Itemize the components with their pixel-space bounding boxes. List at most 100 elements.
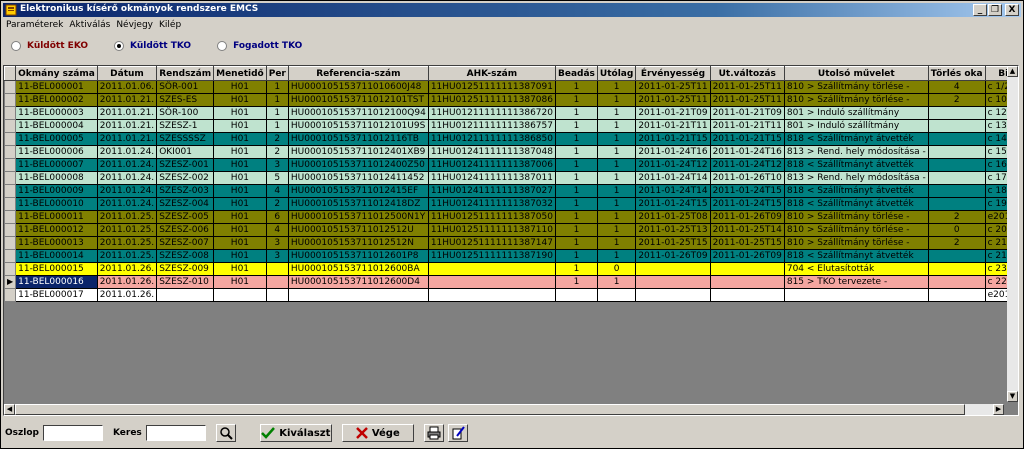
table-cell[interactable]: 2011-01-24T14 [635, 171, 711, 185]
table-cell[interactable]: 2011-01-25T11 [635, 80, 711, 94]
table-cell[interactable]: 11-BEL000011 [15, 210, 98, 224]
table-row[interactable]: 11-BEL0000172011.01.26.e2011/000003 [4, 288, 1018, 302]
radio-kuldott-eko[interactable]: Küldött EKO [11, 41, 88, 51]
column-header[interactable]: AHK-szám [427, 66, 556, 81]
search-button[interactable] [215, 424, 236, 442]
row-indicator[interactable] [4, 210, 17, 224]
table-cell[interactable]: 2011.01.25. [96, 210, 158, 224]
table-cell[interactable]: 2011-01-24T16 [635, 145, 711, 159]
table-cell[interactable]: 11-BEL000001 [15, 80, 98, 94]
row-indicator[interactable] [4, 262, 17, 276]
table-cell[interactable]: 11HU01251111111387050 [427, 210, 556, 224]
table-cell[interactable]: 1 [554, 210, 598, 224]
table-cell[interactable]: HU000105153711012400Z50 [287, 158, 429, 172]
table-cell[interactable]: 11-BEL000016 [15, 275, 98, 289]
table-cell[interactable] [783, 288, 929, 302]
vertical-scrollbar[interactable]: ▲ ▼ [1007, 66, 1018, 402]
table-cell[interactable]: SZESZ-007 [156, 236, 215, 250]
table-row[interactable]: 11-BEL000008 2011.01.24. SZESZ-002 H01 5 HU00… [4, 171, 1018, 185]
table-cell[interactable]: SZESZ-006 [156, 223, 215, 237]
table-cell[interactable]: 1 [554, 249, 598, 263]
table-cell[interactable]: 2011-01-21T11 [635, 119, 711, 133]
table-cell[interactable]: 1 [554, 93, 598, 107]
table-cell[interactable]: H01 [213, 106, 267, 120]
table-cell[interactable]: 4 [265, 184, 289, 198]
table-cell[interactable]: 1 [596, 275, 637, 289]
table-row[interactable]: 11-BEL000013 2011.01.25. SZESZ-007 H01 3 HU00… [4, 236, 1018, 250]
column-header[interactable]: Menetidő [213, 66, 267, 81]
scroll-down-arrow[interactable]: ▼ [1007, 391, 1018, 402]
table-cell[interactable]: 11HU01251111111387086 [427, 93, 556, 107]
table-cell[interactable]: 4 [927, 80, 986, 94]
table-cell[interactable]: 1 [596, 145, 637, 159]
table-cell[interactable]: 2 [265, 132, 289, 146]
table-cell[interactable]: 2011-01-25T15 [635, 236, 711, 250]
column-header[interactable]: Per [265, 66, 289, 81]
table-cell[interactable]: HU000105153711012101TST [287, 93, 429, 107]
table-cell[interactable]: 1 [596, 223, 637, 237]
horizontal-scrollbar[interactable]: ◀ ▶ [4, 404, 1004, 415]
row-indicator[interactable] [4, 119, 17, 133]
table-cell[interactable]: H01 [213, 210, 267, 224]
table-cell[interactable]: 2011-01-24T12 [635, 158, 711, 172]
table-cell[interactable]: 2011-01-25T14 [709, 223, 785, 237]
table-cell[interactable]: 11HU01241111111387048 [427, 145, 556, 159]
table-cell[interactable]: OKI001 [156, 145, 215, 159]
table-cell[interactable]: 1 [554, 197, 598, 211]
scroll-left-arrow[interactable]: ◀ [4, 404, 15, 415]
table-cell[interactable]: 2011-01-21T15 [635, 132, 711, 146]
table-cell[interactable]: 1 [265, 119, 289, 133]
table-cell[interactable]: 2011-01-25T13 [635, 223, 711, 237]
column-header[interactable]: Ut.változás [709, 66, 785, 81]
table-cell[interactable]: 810 > Szállítmány törlése - [783, 93, 929, 107]
table-cell[interactable]: 818 < Szállítmányt átvették [783, 132, 929, 146]
table-cell[interactable] [287, 288, 429, 302]
table-cell[interactable]: H01 [213, 158, 267, 172]
table-cell[interactable]: SZESZ-1 [156, 119, 215, 133]
table-cell[interactable]: 4 [265, 223, 289, 237]
column-header[interactable]: Rendszám [156, 66, 215, 81]
table-cell[interactable] [927, 275, 986, 289]
table-cell[interactable]: 11-BEL000004 [15, 119, 98, 133]
table-cell[interactable]: 1 [554, 262, 598, 276]
table-row[interactable]: 11-BEL000007 2011.01.24. SZESZ-001 H01 3 HU00… [4, 158, 1018, 172]
table-cell[interactable]: 2011-01-24T14 [635, 184, 711, 198]
column-header[interactable]: Törlés oka [927, 66, 986, 81]
table-cell[interactable]: 11HU01241111111387006 [427, 158, 556, 172]
table-row[interactable]: 11-BEL000002 2011.01.21. SZES-ES H01 1 HU0001… [4, 93, 1018, 107]
table-cell[interactable]: 1 [265, 80, 289, 94]
table-cell[interactable]: 818 < Szállítmányt átvették [783, 249, 929, 263]
table-cell[interactable]: 11HU01211111111386757 [427, 119, 556, 133]
table-row[interactable]: 11-BEL000006 2011.01.24. OKI001 H01 2 HU00010… [4, 145, 1018, 159]
column-header[interactable]: Érvényesség [635, 66, 711, 81]
table-cell[interactable]: 2011-01-26T09 [709, 249, 785, 263]
table-cell[interactable]: 1 [596, 158, 637, 172]
table-cell[interactable]: HU000105153711012600BA [287, 262, 429, 276]
table-cell[interactable]: 2011.01.25. [96, 249, 158, 263]
table-cell[interactable]: 810 > Szállítmány törlése - [783, 223, 929, 237]
table-cell[interactable]: 3 [265, 249, 289, 263]
table-cell[interactable]: 810 > Szállítmány törlése - [783, 210, 929, 224]
table-cell[interactable]: HU000105153711012601P8 [287, 249, 429, 263]
table-cell[interactable]: 11HU01241111111387011 [427, 171, 556, 185]
table-cell[interactable]: 2 [927, 210, 986, 224]
table-row[interactable]: 11-BEL000005 2011.01.21. SZESSSSZ H01 2 HU000… [4, 132, 1018, 146]
table-row[interactable]: 11-BEL000003 2011.01.21. SÖR-100 H01 1 HU0001… [4, 106, 1018, 120]
table-cell[interactable]: SZESZ-004 [156, 197, 215, 211]
table-cell[interactable]: 11-BEL000010 [15, 197, 98, 211]
table-cell[interactable]: 11HU01211111111386850 [427, 132, 556, 146]
column-header[interactable]: Referencia-szám [287, 66, 429, 81]
table-row[interactable]: 11-BEL000014 2011.01.25. SZESZ-008 H01 3 HU00… [4, 249, 1018, 263]
row-indicator[interactable] [4, 145, 17, 159]
row-indicator[interactable] [4, 184, 17, 198]
table-cell[interactable] [927, 184, 986, 198]
table-cell[interactable]: H01 [213, 236, 267, 250]
table-cell[interactable]: 2011-01-21T09 [635, 106, 711, 120]
table-cell[interactable]: SZESSSSZ [156, 132, 215, 146]
table-cell[interactable]: 2011-01-25T11 [635, 93, 711, 107]
table-cell[interactable]: 704 < Elutasították [783, 262, 929, 276]
table-cell[interactable]: 1 [554, 119, 598, 133]
table-cell[interactable]: H01 [213, 223, 267, 237]
table-cell[interactable]: H01 [213, 262, 267, 276]
print-button[interactable] [423, 424, 444, 442]
